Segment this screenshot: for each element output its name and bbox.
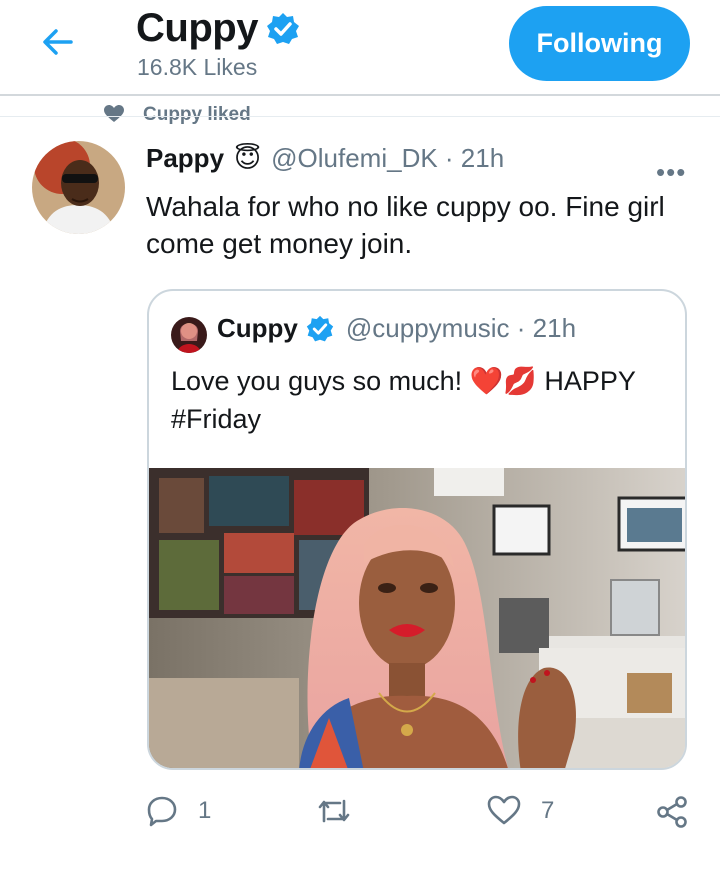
quoted-tweet[interactable]: Cuppy @cuppymusic · 21h Love you guys so… (147, 289, 687, 770)
verified-icon (266, 12, 299, 44)
heart-outline-icon (487, 795, 521, 825)
tweet-author-row: Pappy 😇 @Olufemi_DK · 21h (146, 143, 504, 174)
quoted-photo[interactable] (149, 468, 685, 768)
author-name[interactable]: Pappy (146, 143, 224, 174)
reply-icon (147, 796, 177, 827)
quoted-avatar-image (171, 317, 207, 353)
angel-emoji: 😇 (234, 143, 262, 173)
quoted-author-name: Cuppy (217, 313, 298, 343)
quoted-text: Love you guys so much! ❤️💋 HAPPY #Friday (171, 362, 671, 438)
profile-name: Cuppy (136, 6, 258, 50)
reply-count: 1 (198, 797, 212, 824)
retweet-icon (318, 799, 350, 823)
profile-title: Cuppy (136, 6, 300, 51)
header-divider (0, 94, 720, 96)
tweet-text: Wahala for who no like cuppy oo. Fine gi… (146, 191, 665, 259)
social-context: Cuppy liked (143, 104, 251, 125)
retweet-button[interactable] (316, 795, 352, 827)
following-button[interactable]: Following (509, 6, 690, 81)
avatar[interactable] (32, 141, 125, 234)
avatar-image (32, 141, 125, 234)
quoted-author-row: Cuppy @cuppymusic · 21h (217, 313, 576, 344)
quoted-avatar[interactable] (171, 317, 207, 353)
quoted-handle-time: @cuppymusic · 21h (345, 313, 577, 343)
arrow-left-icon (43, 29, 73, 55)
more-options-icon[interactable]: ••• (656, 157, 686, 188)
reply-button[interactable]: 1 (146, 795, 211, 827)
verified-icon (306, 315, 334, 341)
back-button[interactable] (38, 22, 78, 62)
like-count: 7 (541, 797, 555, 824)
share-button[interactable] (655, 795, 689, 829)
context-divider (0, 116, 720, 117)
author-handle-time[interactable]: @Olufemi_DK · 21h (271, 143, 504, 174)
likes-count: 16.8K Likes (137, 54, 258, 80)
photo-image (149, 468, 685, 768)
like-button[interactable]: 7 (487, 795, 554, 827)
heart-icon (104, 105, 124, 122)
quoted-text-line-2: #Friday (171, 404, 262, 434)
quoted-text-line-1: Love you guys so much! ❤️💋 HAPPY (171, 366, 636, 396)
share-icon (657, 796, 687, 828)
